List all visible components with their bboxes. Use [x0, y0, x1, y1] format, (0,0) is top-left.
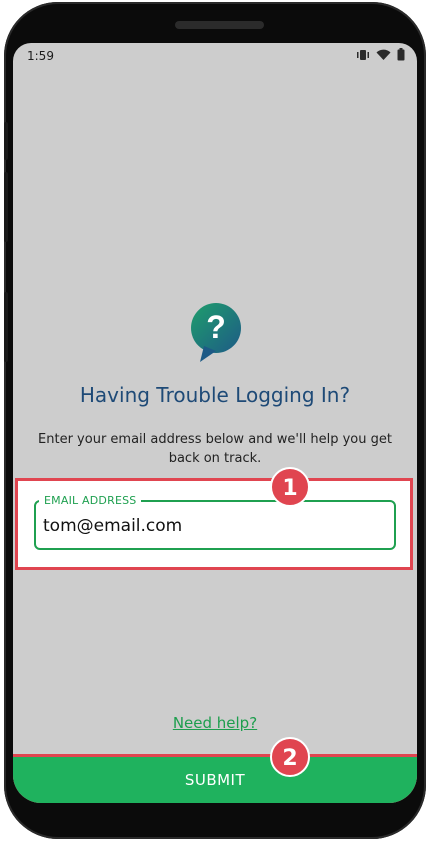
- battery-icon: [397, 48, 405, 61]
- page-description: Enter your email address below and we'll…: [38, 432, 392, 466]
- submit-button[interactable]: SUBMIT: [13, 757, 417, 803]
- email-input[interactable]: [43, 516, 373, 536]
- svg-text:?: ?: [206, 309, 226, 345]
- status-bar: 1:59: [13, 43, 417, 69]
- phone-speaker: [175, 21, 264, 29]
- email-field-label: EMAIL ADDRESS: [39, 494, 142, 507]
- vibrate-icon: [357, 49, 369, 60]
- help-question-icon: ?: [191, 303, 241, 362]
- side-button: [4, 172, 8, 242]
- page-title: Having Trouble Logging In?: [79, 383, 351, 407]
- annotation-badge-2: 2: [270, 737, 310, 777]
- app-screen: 1:59 ? Having Trouble Logging In? Enter …: [13, 43, 417, 803]
- side-button: [4, 292, 8, 362]
- need-help-container: Need help?: [13, 713, 417, 732]
- annotation-badge-1: 1: [270, 467, 310, 507]
- wifi-icon: [376, 49, 391, 60]
- status-time: 1:59: [27, 49, 54, 63]
- side-button: [4, 122, 8, 160]
- need-help-link[interactable]: Need help?: [173, 714, 257, 732]
- status-icons: [356, 48, 405, 61]
